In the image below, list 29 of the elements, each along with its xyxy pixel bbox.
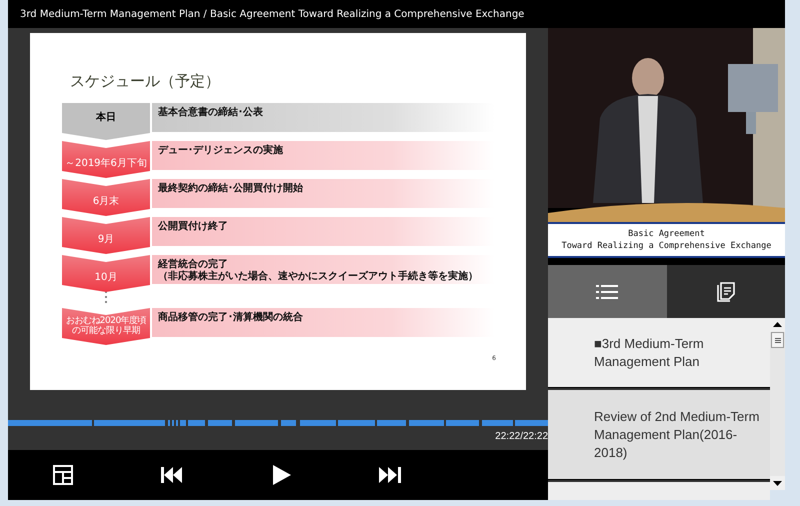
skip-forward-icon[interactable] <box>379 467 401 483</box>
schedule-text: 最終契約の締結･公開買付け開始 <box>158 183 304 194</box>
schedule-text: デュー･デリジェンスの実施 <box>158 145 284 156</box>
schedule-text: 基本合意書の締結･公表 <box>158 107 264 118</box>
notes-tab[interactable] <box>666 265 785 318</box>
chapter-item[interactable]: Review of 2nd Medium-Term Management Plan(2016-2018) <box>548 390 770 480</box>
chapter-item[interactable]: ■3rd Medium-Term Management Plan <box>548 318 770 388</box>
schedule-chevron: 6月末 <box>62 179 150 216</box>
schedule-chevron: ～2019年6月下旬 <box>62 141 150 178</box>
time-display: 22:22/22:22 <box>495 431 548 442</box>
window-title: 3rd Medium-Term Management Plan / Basic Agreement Toward Realizing a Comprehensive Exchange <box>20 8 524 20</box>
schedule-chevron: 9月 <box>62 217 150 254</box>
caption-text: Basic Agreement <box>628 228 705 240</box>
chapter-timeline[interactable] <box>8 420 548 426</box>
skip-back-icon[interactable] <box>161 467 183 483</box>
schedule-text: 公開買付け終了 <box>158 221 229 232</box>
schedule-chevron: おおむね2020年度頃の可能な限り早期 <box>62 308 150 345</box>
schedule-chevron: 本日 <box>62 103 150 140</box>
schedule-chevron: 10月 <box>62 255 150 292</box>
play-icon[interactable] <box>273 465 291 485</box>
schedule-text: 経営統合の完了 <box>158 259 229 270</box>
caption-text: Toward Realizing a Comprehensive Exchange <box>562 240 772 252</box>
schedule-text: 商品移管の完了･清算機関の統合 <box>158 312 304 324</box>
layout-icon[interactable] <box>53 465 73 485</box>
list-icon <box>596 284 618 300</box>
schedule-note: （非応募株主がいた場合、速やかにスクイーズアウト手続き等を実施） <box>158 270 479 282</box>
slide-title: スケジュール（予定） <box>70 71 221 91</box>
scrollbar[interactable] <box>770 318 785 490</box>
document-icon <box>716 282 735 302</box>
